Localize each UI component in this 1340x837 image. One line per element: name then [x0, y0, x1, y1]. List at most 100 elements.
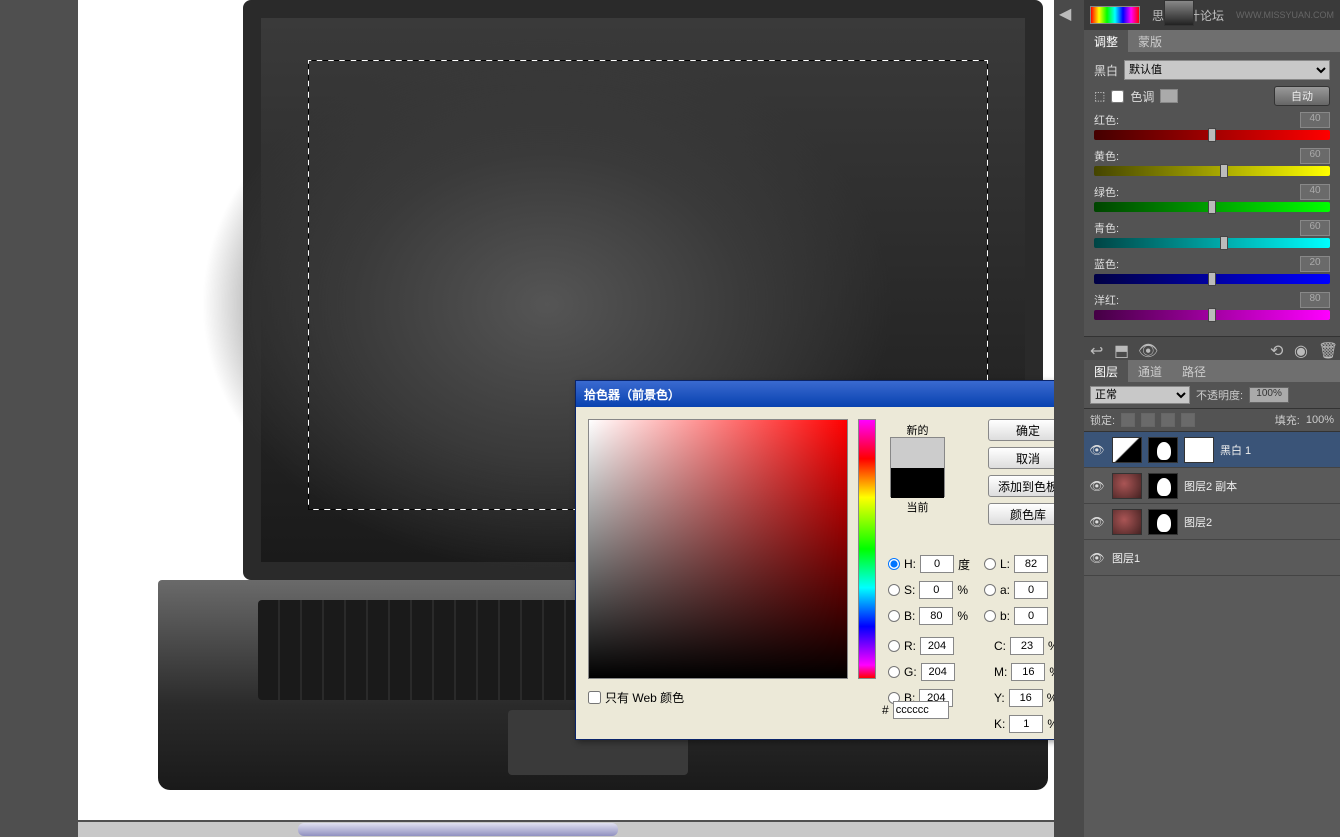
l-radio[interactable] — [984, 558, 996, 570]
tint-label: 色调 — [1130, 88, 1154, 105]
lock-all-icon[interactable] — [1161, 413, 1175, 427]
color-swatch — [890, 437, 945, 497]
m-input[interactable] — [1011, 663, 1045, 681]
visibility-toggle-1[interactable]: 👁 — [1088, 479, 1106, 493]
layers-tabs: 图层 通道 路径 — [1084, 360, 1340, 382]
lab-b-input[interactable] — [1014, 607, 1048, 625]
eye-icon[interactable]: 👁 — [1138, 341, 1154, 357]
visibility-toggle-2[interactable]: 👁 — [1088, 515, 1106, 529]
lock-position-icon[interactable] — [1141, 413, 1155, 427]
slider-thumb-4[interactable] — [1208, 272, 1216, 286]
slider-value-4[interactable]: 20 — [1300, 256, 1330, 272]
clip-icon[interactable]: ⬒ — [1114, 341, 1130, 357]
collapse-icon[interactable]: ◀ — [1059, 4, 1079, 24]
visibility-toggle-3[interactable]: 👁 — [1088, 551, 1106, 565]
dialog-titlebar[interactable]: 拾色器（前景色） × — [576, 381, 1082, 407]
tab-adjustments[interactable]: 调整 — [1084, 30, 1128, 52]
slider-thumb-5[interactable] — [1208, 308, 1216, 322]
slider-track-5[interactable] — [1094, 310, 1330, 320]
c-input[interactable] — [1010, 637, 1044, 655]
adjustments-tabs: 调整 蒙版 — [1084, 30, 1340, 52]
tab-masks[interactable]: 蒙版 — [1128, 30, 1172, 52]
k-input[interactable] — [1009, 715, 1043, 733]
bright-radio[interactable] — [888, 610, 900, 622]
scrollbar-thumb[interactable] — [298, 823, 618, 836]
slider-track-2[interactable] — [1094, 202, 1330, 212]
fill-label: 填充: — [1275, 412, 1300, 428]
slider-thumb-1[interactable] — [1220, 164, 1228, 178]
bright-input[interactable] — [919, 607, 953, 625]
collapsed-panel-strip: ◀ — [1054, 0, 1084, 837]
dialog-title-text: 拾色器（前景色） — [584, 386, 680, 403]
lock-transparency-icon[interactable] — [1181, 413, 1195, 427]
reset-icon[interactable]: ⟲ — [1270, 341, 1286, 357]
layer-mask-0[interactable] — [1148, 437, 1178, 463]
auto-button[interactable]: 自动 — [1274, 86, 1330, 106]
layer-mask-2[interactable] — [1148, 509, 1178, 535]
trash-icon[interactable]: 🗑 — [1318, 341, 1334, 357]
lock-pixels-icon[interactable] — [1121, 413, 1135, 427]
bw-label: 黑白 — [1094, 62, 1118, 79]
slider-value-0[interactable]: 40 — [1300, 112, 1330, 128]
slider-value-2[interactable]: 40 — [1300, 184, 1330, 200]
layer-name-1: 图层2 副本 — [1184, 478, 1237, 494]
sat-radio[interactable] — [888, 584, 900, 596]
slider-track-4[interactable] — [1094, 274, 1330, 284]
hue-slider[interactable] — [858, 419, 876, 679]
a-input[interactable] — [1014, 581, 1048, 599]
g-radio[interactable] — [888, 666, 900, 678]
layer-list: 👁 黑白 1👁 图层2 副本👁 图层2👁 图层1 — [1084, 432, 1340, 837]
adjustments-footer: ↩ ⬒ 👁 ⟲ ◉ 🗑 — [1084, 336, 1340, 360]
a-radio[interactable] — [984, 584, 996, 596]
slider-value-3[interactable]: 60 — [1300, 220, 1330, 236]
layer-mask-1[interactable] — [1148, 473, 1178, 499]
slider-thumb-3[interactable] — [1220, 236, 1228, 250]
slider-value-5[interactable]: 80 — [1300, 292, 1330, 308]
slider-thumb-2[interactable] — [1208, 200, 1216, 214]
fill-value[interactable]: 100% — [1306, 414, 1334, 426]
lock-label: 锁定: — [1090, 412, 1115, 428]
color-spectrum[interactable] — [1090, 6, 1140, 24]
new-color-swatch — [891, 438, 944, 468]
tab-layers[interactable]: 图层 — [1084, 360, 1128, 382]
sat-input[interactable] — [919, 581, 953, 599]
layer-row-0[interactable]: 👁 黑白 1 — [1084, 432, 1340, 468]
preset-select[interactable]: 默认值 — [1124, 60, 1330, 80]
web-colors-checkbox[interactable]: 只有 Web 颜色 — [588, 689, 684, 706]
hex-input[interactable] — [893, 701, 949, 719]
layer-row-2[interactable]: 👁 图层2 — [1084, 504, 1340, 540]
layer-row-1[interactable]: 👁 图层2 副本 — [1084, 468, 1340, 504]
slider-label-4: 蓝色: — [1094, 256, 1119, 272]
opacity-value[interactable]: 100% — [1249, 387, 1289, 403]
r-input[interactable] — [920, 637, 954, 655]
prev-icon[interactable]: ◉ — [1294, 341, 1310, 357]
hue-radio[interactable] — [888, 558, 900, 570]
hue-input[interactable] — [920, 555, 954, 573]
slider-track-0[interactable] — [1094, 130, 1330, 140]
return-icon[interactable]: ↩ — [1090, 341, 1106, 357]
l-input[interactable] — [1014, 555, 1048, 573]
blend-mode-select[interactable]: 正常 — [1090, 386, 1190, 404]
horizontal-scrollbar[interactable] — [78, 822, 1082, 837]
saturation-value-box[interactable] — [588, 419, 848, 679]
slider-value-1[interactable]: 60 — [1300, 148, 1330, 164]
r-radio[interactable] — [888, 640, 900, 652]
layer-row-3[interactable]: 👁 图层1 — [1084, 540, 1340, 576]
lab-b-radio[interactable] — [984, 610, 996, 622]
y-input[interactable] — [1009, 689, 1043, 707]
visibility-toggle-0[interactable]: 👁 — [1088, 443, 1106, 457]
slider-thumb-0[interactable] — [1208, 128, 1216, 142]
tint-swatch[interactable] — [1160, 89, 1178, 103]
slider-track-1[interactable] — [1094, 166, 1330, 176]
color-picker-dialog: 拾色器（前景色） × 新的 当前 确定 取消 添加到色板 颜色库 H:度 S:%… — [575, 380, 1083, 740]
layer-thumb-1 — [1112, 473, 1142, 499]
slider-track-3[interactable] — [1094, 238, 1330, 248]
tab-paths[interactable]: 路径 — [1172, 360, 1216, 382]
tint-icon[interactable]: ⬚ — [1094, 89, 1105, 103]
layer-name-0: 黑白 1 — [1220, 442, 1251, 458]
tab-channels[interactable]: 通道 — [1128, 360, 1172, 382]
g-input[interactable] — [921, 663, 955, 681]
tint-checkbox[interactable] — [1111, 90, 1124, 103]
slider-label-0: 红色: — [1094, 112, 1119, 128]
layer-mask2-0[interactable] — [1184, 437, 1214, 463]
